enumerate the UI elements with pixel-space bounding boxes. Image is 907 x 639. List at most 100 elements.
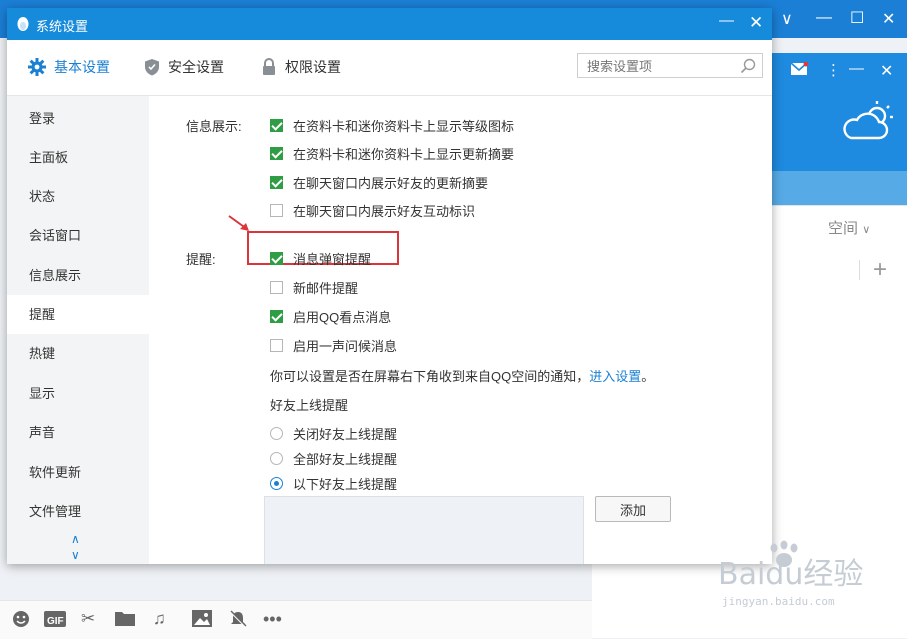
option-label: 关闭好友上线提醒 (293, 427, 398, 442)
reminder-settings-content: 信息展示: 在资料卡和迷你资料卡上显示等级图标 在资料卡和迷你资料卡上显示更新摘… (149, 96, 772, 564)
radio-all-online[interactable]: 全部好友上线提醒 (270, 449, 397, 468)
option-label: 在资料卡和迷你资料卡上显示更新摘要 (293, 147, 515, 162)
svg-text:GIF: GIF (47, 616, 64, 627)
tab-security-settings-label: 安全设置 (168, 59, 224, 75)
option-message-popup[interactable]: 消息弹窗提醒 (270, 249, 371, 268)
watermark-brand: Baidu经验 (718, 557, 863, 592)
divider (859, 260, 860, 280)
option-label: 启用一声问候消息 (293, 339, 398, 354)
tab-permission-settings-label: 权限设置 (285, 59, 341, 75)
dialog-title: 系统设置 (36, 19, 89, 34)
option-new-mail[interactable]: 新邮件提醒 (270, 278, 358, 297)
option-greeting[interactable]: 启用一声问候消息 (270, 336, 397, 355)
sidebar-item-software-update[interactable]: 软件更新 (7, 453, 149, 492)
gear-icon (28, 58, 46, 76)
maximize-icon[interactable]: ☐ (850, 8, 864, 28)
scissors-icon[interactable]: ✂ (81, 610, 95, 628)
radio-selected-online[interactable]: 以下好友上线提醒 (270, 474, 397, 493)
checkbox[interactable] (270, 176, 283, 189)
search-input[interactable] (585, 58, 739, 75)
sidebar-item-reminder[interactable]: 提醒 (7, 295, 149, 334)
radio[interactable] (270, 477, 283, 490)
checkbox[interactable] (270, 339, 283, 352)
sidebar-item-chat-window[interactable]: 会话窗口 (7, 216, 149, 255)
tab-security-settings[interactable]: 安全设置 (144, 57, 224, 77)
search-icon[interactable] (740, 58, 756, 77)
checkbox[interactable] (270, 310, 283, 323)
more-vertical-icon[interactable]: ⋮ (826, 61, 841, 79)
baidu-paw-logo: Baidu经验 (718, 540, 863, 592)
checkbox[interactable] (270, 281, 283, 294)
gif-icon[interactable]: GIF (44, 610, 66, 632)
settings-sidebar: 登录 主面板 状态 会话窗口 信息展示 提醒 热键 显示 声音 软件更新 文件管… (7, 96, 149, 564)
option-label: 在聊天窗口内展示好友的更新摘要 (293, 176, 489, 191)
chevron-down-icon: ∨ (862, 224, 871, 236)
settings-tabs: 基本设置 安全设置 权限设置 (7, 40, 772, 96)
chevron-down-icon[interactable]: ∨ (781, 9, 793, 29)
baidu-watermark: Baidu经验 (718, 540, 898, 600)
option-label: 全部好友上线提醒 (293, 452, 398, 467)
checkbox[interactable] (270, 119, 283, 132)
bell-off-icon[interactable] (229, 610, 247, 632)
sidebar-item-file-management[interactable]: 文件管理 (7, 492, 149, 531)
tab-basic-settings[interactable]: 基本设置 (28, 57, 110, 77)
settings-search[interactable] (577, 53, 763, 78)
checkbox[interactable] (270, 252, 283, 265)
scroll-down-icon[interactable]: ∨ (71, 548, 80, 562)
open-settings-link[interactable]: 进入设置 (589, 369, 641, 384)
option-chat-interaction-badge[interactable]: 在聊天窗口内展示好友互动标识 (270, 201, 475, 220)
option-label: 在聊天窗口内展示好友互动标识 (293, 204, 476, 219)
friend-list-box[interactable] (264, 496, 584, 564)
close-icon[interactable]: ✕ (749, 13, 763, 33)
mail-icon[interactable] (790, 61, 809, 79)
image-icon[interactable] (192, 610, 212, 631)
checkbox[interactable] (270, 204, 283, 217)
info-display-label: 信息展示: (186, 119, 242, 134)
option-qq-kandian[interactable]: 启用QQ看点消息 (270, 307, 391, 326)
dialog-title-bar: 系统设置 — ✕ (7, 8, 772, 40)
space-tab-label: 空间 (828, 220, 859, 237)
minimize-icon[interactable]: — (816, 9, 832, 27)
option-label: 启用QQ看点消息 (293, 310, 392, 325)
option-label: 在资料卡和迷你资料卡上显示等级图标 (293, 119, 515, 134)
minimize-icon[interactable]: — (849, 60, 864, 77)
radio[interactable] (270, 452, 283, 465)
option-label: 消息弹窗提醒 (293, 252, 372, 267)
sidebar-item-display[interactable]: 显示 (7, 374, 149, 413)
option-label: 新邮件提醒 (293, 281, 359, 296)
sidebar-item-sound[interactable]: 声音 (7, 413, 149, 452)
note-text: 你可以设置是否在屏幕右下角收到来自QQ空间的通知， (270, 369, 590, 384)
tab-permission-settings[interactable]: 权限设置 (261, 57, 341, 77)
radio[interactable] (270, 427, 283, 440)
radio-disable-online[interactable]: 关闭好友上线提醒 (270, 424, 397, 443)
add-button[interactable]: 添加 (595, 496, 671, 522)
emoji-icon[interactable] (12, 610, 30, 632)
scroll-up-icon[interactable]: ∧ (71, 532, 80, 546)
note-end: 。 (641, 369, 655, 384)
option-chat-update-summary[interactable]: 在聊天窗口内展示好友的更新摘要 (270, 173, 488, 192)
shield-icon (145, 59, 159, 76)
folder-icon[interactable] (115, 610, 135, 630)
qq-penguin-icon (16, 16, 30, 35)
sidebar-item-login[interactable]: 登录 (7, 99, 149, 138)
sidebar-item-hotkeys[interactable]: 热键 (7, 334, 149, 373)
reminder-label: 提醒: (186, 252, 216, 267)
sidebar-item-info-display[interactable]: 信息展示 (7, 256, 149, 295)
music-icon[interactable]: ♫ (153, 610, 166, 628)
close-icon[interactable]: ✕ (882, 9, 895, 29)
settings-dialog: 系统设置 — ✕ 基本设置 安全设置 权限设置 登录 主面板 状态 会话窗口 信… (7, 8, 772, 564)
friend-online-title: 好友上线提醒 (270, 398, 349, 413)
sidebar-item-status[interactable]: 状态 (7, 177, 149, 216)
qzone-notification-note: 你可以设置是否在屏幕右下角收到来自QQ空间的通知，进入设置。 (270, 366, 654, 385)
option-show-level-icon[interactable]: 在资料卡和迷你资料卡上显示等级图标 (270, 116, 514, 135)
sidebar-item-main-panel[interactable]: 主面板 (7, 138, 149, 177)
checkbox[interactable] (270, 147, 283, 160)
space-tab[interactable]: 空间 ∨ (828, 217, 870, 238)
weather-cloud-sun-icon[interactable] (843, 98, 897, 147)
add-icon[interactable]: + (873, 256, 887, 284)
more-horizontal-icon[interactable]: ••• (263, 610, 282, 628)
minimize-icon[interactable]: — (719, 12, 734, 29)
option-show-update-summary[interactable]: 在资料卡和迷你资料卡上显示更新摘要 (270, 144, 514, 163)
lock-icon (263, 58, 275, 75)
close-icon[interactable]: ✕ (880, 61, 893, 81)
